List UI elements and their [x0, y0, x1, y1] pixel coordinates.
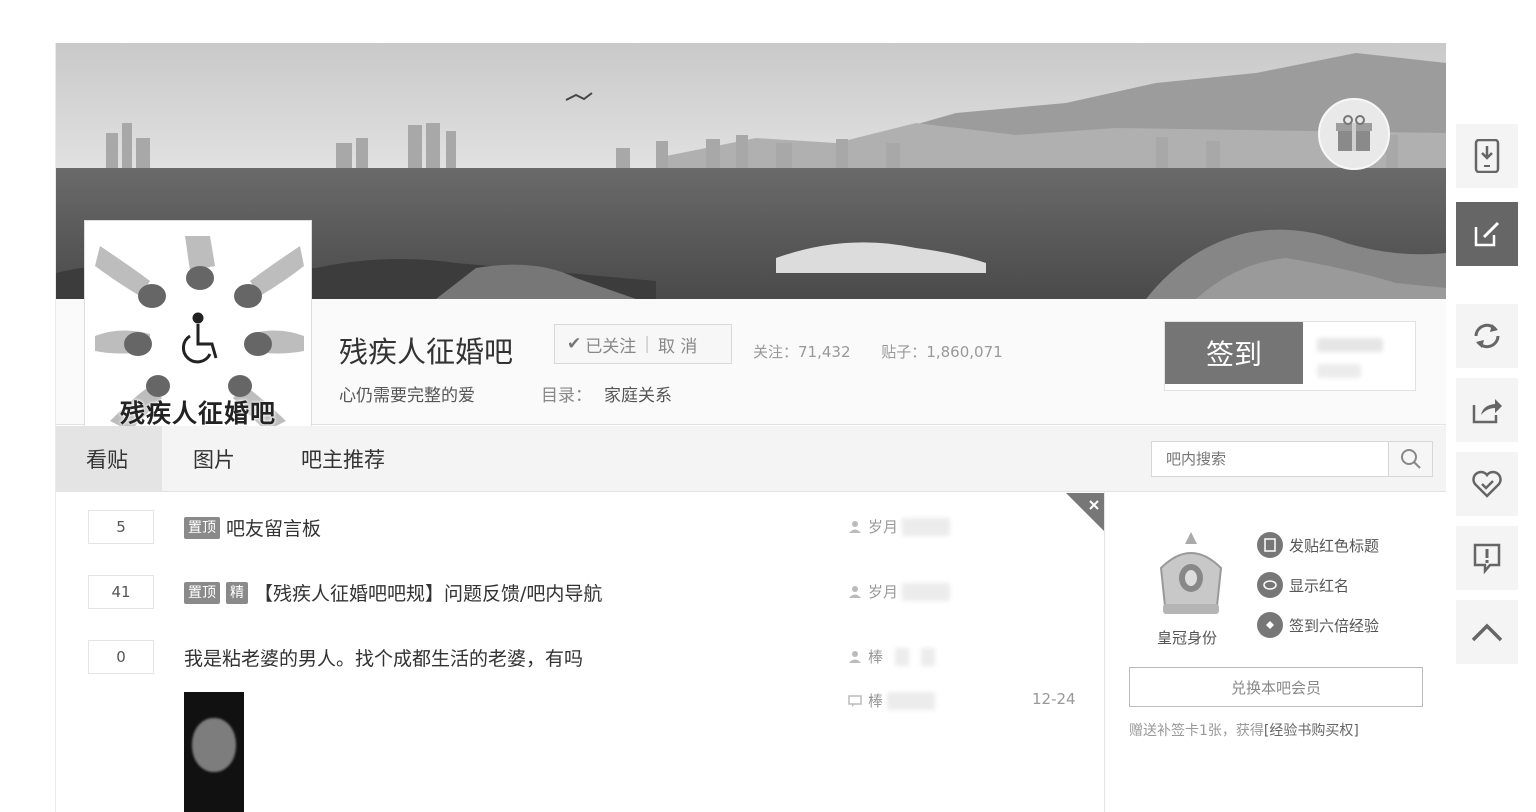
experience-icon [1257, 612, 1283, 638]
forum-catalog: 目录： 家庭关系 [541, 381, 672, 406]
close-ad-button[interactable] [1066, 493, 1104, 531]
tab-posts[interactable]: 看贴 [56, 426, 162, 492]
perk-item: 发贴红色标题 [1257, 532, 1379, 558]
forum-title[interactable]: 残疾人征婚吧 [339, 329, 513, 371]
sign-in-panel: 签到 [1164, 321, 1416, 391]
crown-icon [1159, 532, 1223, 614]
catalog-label: 目录： [541, 386, 592, 406]
crown-label: 皇冠身份 [1157, 629, 1218, 647]
divider: | [644, 334, 650, 354]
mobile-app-button[interactable] [1456, 124, 1518, 188]
pinned-badge: 置顶 [184, 516, 220, 539]
post-count-label: 贴子： [881, 343, 927, 361]
gift-button[interactable] [1318, 98, 1390, 170]
user-icon [849, 585, 861, 598]
post-count: 1,860,071 [926, 343, 1003, 361]
thread-author[interactable]: 岁月 [848, 516, 951, 537]
thread-row[interactable]: 5 置顶 吧友留言板 岁月 [56, 492, 1104, 552]
report-button[interactable] [1456, 526, 1518, 590]
last-reply-blurred [887, 691, 936, 710]
report-icon [1473, 543, 1501, 574]
note-text: 赠送补签卡1张，获得 [1129, 723, 1264, 739]
reply-count: 5 [88, 510, 154, 544]
gift-icon [1336, 115, 1372, 151]
author-name: 棒 [868, 648, 884, 666]
thread-author[interactable]: 棒 [848, 646, 936, 667]
phone-download-icon [1474, 139, 1500, 173]
author-name: 岁月 [868, 518, 899, 536]
back-to-top-button[interactable] [1456, 600, 1518, 664]
search-icon [1400, 449, 1421, 469]
thread-title[interactable]: 我是粘老婆的男人。找个成都生活的老婆，有吗 [184, 644, 583, 671]
user-icon [849, 520, 861, 533]
author-blurred [902, 517, 951, 536]
tab-images[interactable]: 图片 [193, 426, 235, 492]
last-reply-name: 棒 [868, 692, 884, 710]
red-title-icon [1257, 532, 1283, 558]
last-reply-author[interactable]: 棒 [848, 690, 936, 711]
sign-in-button[interactable]: 签到 [1165, 322, 1303, 384]
author-blurred [895, 647, 910, 666]
forum-stats: 关注：71,432 贴子：1,860,071 [753, 341, 1003, 362]
favorite-button[interactable] [1456, 452, 1518, 516]
close-icon [1066, 493, 1104, 531]
sign-info-blurred [1317, 364, 1361, 378]
perk-item: 显示红名 [1257, 572, 1349, 598]
pinned-badge: 置顶 [184, 581, 220, 604]
forum-search [1151, 441, 1433, 477]
avatar-caption: 残疾人征婚吧 [119, 399, 276, 428]
forum-tabs: 看贴 图片 吧主推荐 [56, 426, 1446, 492]
search-input[interactable] [1152, 442, 1388, 476]
blurred-face [192, 718, 236, 772]
forum-page: 残疾人征婚吧 残疾人征婚吧 ✔ 已关注 | 取 消 关注：71,432 贴子：1… [55, 43, 1446, 812]
unfollow-button[interactable]: 取 消 [658, 332, 697, 357]
red-name-icon [1257, 572, 1283, 598]
share-icon [1472, 399, 1502, 424]
perk-label: 发贴红色标题 [1289, 536, 1380, 555]
member-sidebar: 皇冠身份 发贴红色标题 显示红名 签到六倍经验 兑换本吧会员 赠送补签卡1张，获… [1104, 492, 1446, 812]
heart-icon [1472, 470, 1502, 498]
search-button[interactable] [1388, 442, 1432, 476]
reply-count: 41 [88, 575, 154, 609]
thread-title[interactable]: 吧友留言板 [226, 514, 321, 541]
share-button[interactable] [1456, 378, 1518, 442]
follow-count-label: 关注： [753, 343, 799, 361]
thread-list: 5 置顶 吧友留言板 岁月 41 置顶 精 【残疾人征婚吧吧规】问题反馈/吧内导… [56, 492, 1104, 812]
forum-slogan: 心仍需要完整的爱 [339, 386, 475, 406]
perk-label: 显示红名 [1289, 576, 1350, 595]
thread-title[interactable]: 【残疾人征婚吧吧规】问题反馈/吧内导航 [254, 579, 602, 606]
thread-author[interactable]: 岁月 [848, 581, 951, 602]
featured-badge: 精 [226, 581, 248, 604]
reply-count: 0 [88, 640, 154, 674]
perk-item: 签到六倍经验 [1257, 612, 1379, 638]
comment-icon [848, 694, 862, 707]
note-link[interactable]: [经验书购买权] [1264, 723, 1359, 739]
check-icon: ✔ [567, 334, 582, 354]
redeem-membership-button[interactable]: 兑换本吧会员 [1129, 667, 1423, 707]
perk-label: 签到六倍经验 [1289, 616, 1380, 635]
author-blurred [902, 582, 951, 601]
follow-status: ✔ 已关注 | 取 消 [554, 324, 732, 364]
crown-badge [1145, 528, 1237, 620]
sign-info-blurred [1317, 338, 1383, 352]
catalog-link[interactable]: 家庭关系 [604, 386, 672, 406]
forum-avatar[interactable]: 残疾人征婚吧 [84, 220, 312, 448]
refresh-icon [1474, 323, 1500, 349]
forum-header: 残疾人征婚吧 残疾人征婚吧 ✔ 已关注 | 取 消 关注：71,432 贴子：1… [56, 220, 1446, 448]
tab-recommended[interactable]: 吧主推荐 [301, 426, 385, 492]
user-icon [849, 650, 861, 663]
follow-count: 71,432 [798, 343, 851, 361]
refresh-button[interactable] [1456, 304, 1518, 368]
membership-note: 赠送补签卡1张，获得[经验书购买权] [1129, 720, 1359, 740]
new-post-button[interactable] [1456, 202, 1518, 266]
author-blurred [921, 647, 936, 666]
thread-date: 12-24 [1032, 690, 1076, 708]
edit-icon [1474, 221, 1500, 247]
followed-label: 已关注 [585, 336, 637, 357]
thread-thumbnail[interactable] [184, 692, 244, 812]
author-name: 岁月 [868, 583, 899, 601]
thread-row[interactable]: 41 置顶 精 【残疾人征婚吧吧规】问题反馈/吧内导航 岁月 [56, 557, 1104, 617]
back-to-top-icon [1471, 623, 1503, 642]
